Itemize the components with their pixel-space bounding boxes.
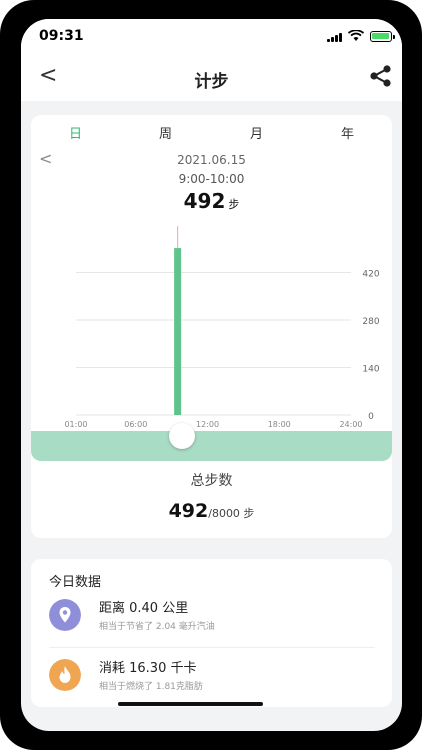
screen: 09:31 < 计步 日 周 月 年 < 2021.06.15 9:00-10:… bbox=[21, 19, 402, 731]
status-bar: 09:31 bbox=[21, 19, 402, 55]
calories-row: 消耗 16.30 千卡 相当于燃烧了 1.81克脂肪 bbox=[49, 655, 379, 699]
y-tick-label: 420 bbox=[362, 270, 379, 280]
today-data-title: 今日数据 bbox=[49, 575, 102, 590]
phone-frame: 09:31 < 计步 日 周 月 年 < 2021.06.15 9:00-10:… bbox=[0, 0, 422, 750]
period-tabs: 日 周 月 年 bbox=[31, 123, 392, 143]
time-slider-knob[interactable] bbox=[169, 423, 195, 449]
page-title: 计步 bbox=[194, 72, 229, 92]
selected-steps: 492 步 bbox=[31, 189, 392, 213]
divider bbox=[49, 647, 375, 648]
y-tick-label: 140 bbox=[362, 365, 379, 375]
selected-steps-unit: 步 bbox=[228, 198, 240, 211]
time-range-label: 9:00-10:00 bbox=[178, 172, 245, 186]
tab-month[interactable]: 月 bbox=[250, 123, 263, 142]
location-pin-icon bbox=[49, 599, 81, 631]
total-steps: 492/8000 步 bbox=[31, 500, 392, 522]
y-tick-label: 0 bbox=[368, 412, 374, 422]
today-data-card: 今日数据 距离 0.40 公里 相当于节省了 2.04 毫升汽油 消耗 16.3… bbox=[31, 559, 392, 707]
date-label: 2021.06.15 bbox=[177, 153, 246, 167]
total-steps-value: 492 bbox=[168, 500, 209, 522]
steps-bar-chart: 420 280 140 0 01:00 06:00 12:00 18:00 24:00 bbox=[64, 226, 380, 429]
distance-row: 距离 0.40 公里 相当于节省了 2.04 毫升汽油 bbox=[49, 595, 379, 639]
total-steps-label: 总步数 bbox=[190, 473, 233, 489]
battery-icon bbox=[370, 31, 395, 42]
selected-steps-value: 492 bbox=[183, 189, 226, 213]
signal-icon bbox=[327, 32, 343, 42]
tab-year[interactable]: 年 bbox=[341, 123, 354, 142]
time-slider-track[interactable] bbox=[31, 431, 392, 461]
x-tick-label: 18:00 bbox=[268, 420, 291, 429]
calories-equivalent: 相当于燃烧了 1.81克脂肪 bbox=[99, 682, 203, 692]
wifi-icon bbox=[348, 30, 364, 41]
tab-day[interactable]: 日 bbox=[69, 123, 82, 142]
distance-value: 距离 0.40 公里 bbox=[99, 601, 189, 616]
x-tick-label: 12:00 bbox=[196, 420, 219, 429]
tab-week[interactable]: 周 bbox=[159, 123, 172, 142]
y-tick-label: 280 bbox=[362, 317, 379, 327]
step-chart-card: 日 周 月 年 < 2021.06.15 9:00-10:00 492 步 420… bbox=[31, 115, 392, 538]
nav-bar: < 计步 bbox=[21, 55, 402, 101]
home-indicator bbox=[118, 702, 263, 706]
total-steps-goal: /8000 步 bbox=[208, 507, 255, 520]
flame-icon bbox=[49, 659, 81, 691]
x-tick-label: 01:00 bbox=[64, 420, 87, 429]
calories-value: 消耗 16.30 千卡 bbox=[99, 661, 197, 676]
x-tick-label: 24:00 bbox=[339, 420, 362, 429]
step-bar[interactable] bbox=[174, 248, 182, 415]
status-time: 09:31 bbox=[39, 28, 84, 44]
distance-equivalent: 相当于节省了 2.04 毫升汽油 bbox=[99, 622, 215, 632]
x-tick-label: 06:00 bbox=[124, 420, 147, 429]
share-icon[interactable] bbox=[368, 63, 394, 89]
